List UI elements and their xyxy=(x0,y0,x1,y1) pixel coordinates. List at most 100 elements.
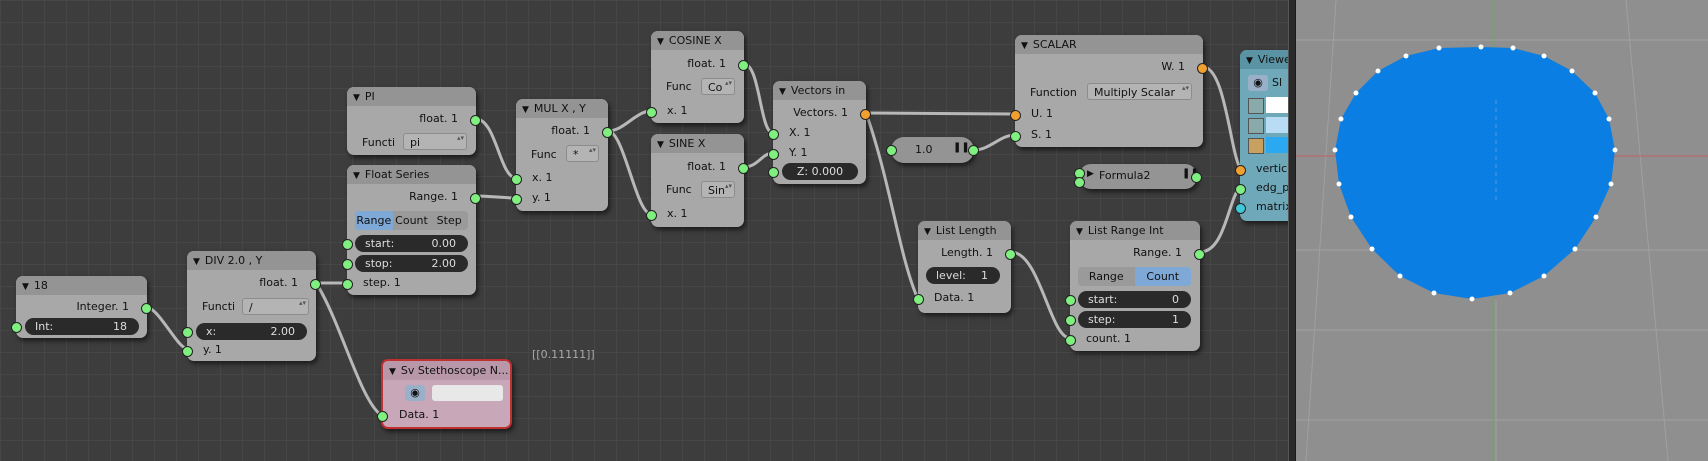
vertex-color-swatch[interactable] xyxy=(1266,97,1288,113)
output-socket[interactable] xyxy=(860,109,871,120)
input-socket-x[interactable] xyxy=(646,107,657,118)
list-range-int-node[interactable]: ▼ List Range Int Range. 1 Range Count sta… xyxy=(1065,221,1205,351)
node-header[interactable]: ▼ Sv Stethoscope N... xyxy=(383,361,510,380)
input-socket-y[interactable] xyxy=(768,149,779,160)
area-separator[interactable] xyxy=(1288,0,1296,461)
sine-node[interactable]: ▼ SINE X float. 1 Func Sin x. 1 xyxy=(646,134,749,227)
start-field[interactable]: start: 0.00 xyxy=(355,235,468,252)
input-socket-vertices[interactable] xyxy=(1235,165,1246,176)
output-socket[interactable] xyxy=(1005,249,1016,260)
mode-range[interactable]: Range xyxy=(1078,267,1135,286)
collapse-triangle-icon[interactable]: ▼ xyxy=(1021,41,1028,51)
function-dropdown[interactable]: Co xyxy=(701,78,735,95)
input-socket-s[interactable] xyxy=(1010,131,1021,142)
edge-color-swatch[interactable] xyxy=(1266,117,1288,133)
output-socket[interactable] xyxy=(1197,63,1208,74)
x-field[interactable]: x: 2.00 xyxy=(196,323,307,340)
input-socket-data[interactable] xyxy=(913,294,924,305)
input-socket-data[interactable] xyxy=(377,411,388,422)
input-socket-u[interactable] xyxy=(1010,110,1021,121)
cube-icon[interactable] xyxy=(1248,138,1264,154)
output-socket[interactable] xyxy=(141,303,152,314)
input-socket-z[interactable] xyxy=(768,167,779,178)
node-header[interactable]: ▼ COSINE X xyxy=(651,31,744,50)
float-value-node[interactable]: 1.0 ❚❚ xyxy=(886,137,979,163)
mode-count[interactable]: Count xyxy=(392,211,431,230)
output-socket[interactable] xyxy=(968,145,979,156)
input-socket-2[interactable] xyxy=(1074,177,1085,188)
input-socket-x[interactable] xyxy=(511,174,522,185)
viewer-node[interactable]: ▼ Viewe ◉ Sl vertice edg_pa matrix xyxy=(1235,50,1288,221)
expand-triangle-icon[interactable]: ▶ xyxy=(1087,169,1094,179)
collapse-triangle-icon[interactable]: ▼ xyxy=(193,257,200,267)
node-header[interactable]: ▼ List Length xyxy=(918,221,1011,240)
node-header[interactable]: ▼ SCALAR xyxy=(1015,35,1203,54)
eye-icon[interactable]: ◉ xyxy=(405,385,425,401)
input-socket-x[interactable] xyxy=(768,129,779,140)
collapse-triangle-icon[interactable]: ▼ xyxy=(22,282,29,292)
input-socket-count[interactable] xyxy=(1065,335,1076,346)
output-socket[interactable] xyxy=(1194,249,1205,260)
node-header[interactable]: ▼ Float Series xyxy=(347,165,476,184)
collapse-triangle-icon[interactable]: ▼ xyxy=(779,87,786,97)
output-socket[interactable] xyxy=(738,60,749,71)
input-socket-stop[interactable] xyxy=(342,259,353,270)
mode-step[interactable]: Step xyxy=(430,211,468,230)
function-dropdown[interactable]: * xyxy=(566,145,599,162)
input-socket-matrix[interactable] xyxy=(1235,203,1246,214)
cube-icon[interactable] xyxy=(1248,118,1264,134)
list-length-node[interactable]: ▼ List Length Length. 1 level: 1 Data. 1 xyxy=(913,221,1016,313)
collapse-triangle-icon[interactable]: ▼ xyxy=(657,140,664,150)
float-series-node[interactable]: ▼ Float Series Range. 1 Range Count Step … xyxy=(342,165,481,295)
input-socket[interactable] xyxy=(886,145,897,156)
eye-icon[interactable]: ◉ xyxy=(1248,75,1268,91)
node-editor[interactable]: ▼ 18 Integer. 1 Int: 18 ▼ DIV 2.0 , Y float… xyxy=(0,0,1288,461)
collapse-triangle-icon[interactable]: ▼ xyxy=(1246,56,1253,66)
output-socket[interactable] xyxy=(470,115,481,126)
function-dropdown[interactable]: Sin xyxy=(701,181,735,198)
level-field[interactable]: level: 1 xyxy=(926,267,1000,284)
output-socket[interactable] xyxy=(310,279,321,290)
output-socket[interactable] xyxy=(470,193,481,204)
input-socket-start[interactable] xyxy=(1065,295,1076,306)
collapse-triangle-icon[interactable]: ▼ xyxy=(657,37,664,47)
input-socket-x[interactable] xyxy=(182,327,193,338)
step-field[interactable]: step: 1 xyxy=(1078,311,1191,328)
input-socket-edges[interactable] xyxy=(1235,184,1246,195)
mode-selector[interactable]: Range Count Step xyxy=(355,211,468,230)
formula-node[interactable]: ▶ Formula2 ❚❚ xyxy=(1074,164,1202,189)
mode-count[interactable]: Count xyxy=(1134,267,1191,286)
scalar-node[interactable]: ▼ SCALAR W. 1 Function Multiply Scalar U.… xyxy=(1010,35,1208,147)
collapse-triangle-icon[interactable]: ▼ xyxy=(924,227,931,237)
z-field[interactable]: Z: 0.000 xyxy=(782,163,858,180)
input-socket-start[interactable] xyxy=(342,239,353,250)
int-field[interactable]: Int: 18 xyxy=(25,318,139,335)
input-socket[interactable] xyxy=(11,322,22,333)
color-swatch[interactable] xyxy=(432,385,503,401)
output-socket[interactable] xyxy=(738,163,749,174)
stethoscope-node[interactable]: ▼ Sv Stethoscope N... ◉ Data. 1 xyxy=(377,359,512,429)
stop-field[interactable]: stop: 2.00 xyxy=(355,255,468,272)
mode-selector[interactable]: Range Count xyxy=(1078,267,1191,286)
node-header[interactable]: ▼ List Range Int xyxy=(1070,221,1200,240)
collapse-triangle-icon[interactable]: ▼ xyxy=(389,367,396,377)
div-node[interactable]: ▼ DIV 2.0 , Y float. 1 Functi / x: 2.00 y.… xyxy=(182,251,321,361)
function-dropdown[interactable]: pi xyxy=(403,133,467,150)
collapse-triangle-icon[interactable]: ▼ xyxy=(1076,227,1083,237)
cosine-node[interactable]: ▼ COSINE X float. 1 Func Co x. 1 xyxy=(646,31,749,123)
node-header[interactable]: ▼ DIV 2.0 , Y xyxy=(187,251,316,270)
pi-node[interactable]: ▼ PI float. 1 Functi pi xyxy=(347,87,481,155)
node-header[interactable]: ▼ PI xyxy=(347,87,476,106)
output-socket[interactable] xyxy=(1191,172,1202,183)
3d-viewport[interactable] xyxy=(1296,0,1708,461)
vectors-in-node[interactable]: ▼ Vectors in Vectors. 1 X. 1 Y. 1 Z: 0.00… xyxy=(768,81,871,184)
start-field[interactable]: start: 0 xyxy=(1078,291,1191,308)
function-dropdown[interactable]: Multiply Scalar xyxy=(1087,83,1192,100)
output-socket[interactable] xyxy=(602,127,613,138)
input-socket-step[interactable] xyxy=(342,279,353,290)
node-header[interactable]: ▼ Vectors in xyxy=(773,81,866,100)
node-header[interactable]: ▼ Viewe xyxy=(1240,50,1288,69)
collapse-triangle-icon[interactable]: ▼ xyxy=(353,171,360,181)
input-socket-x[interactable] xyxy=(646,210,657,221)
collapse-triangle-icon[interactable]: ▼ xyxy=(353,93,360,103)
